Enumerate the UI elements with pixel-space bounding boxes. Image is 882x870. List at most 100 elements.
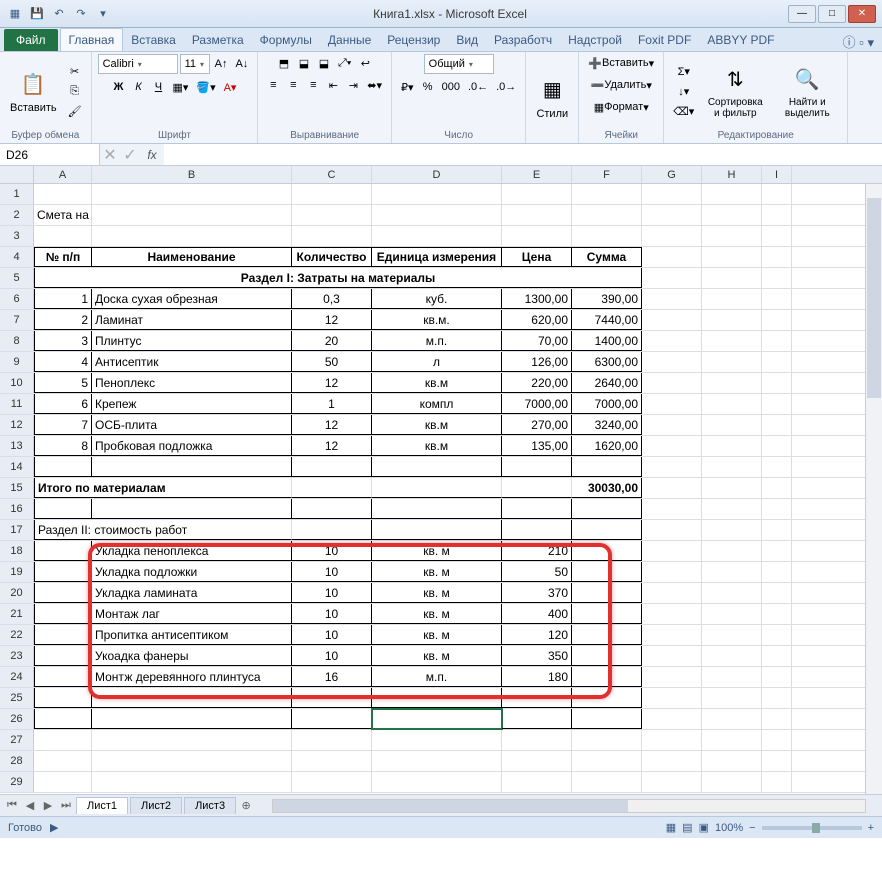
cell[interactable]: 135,00 [502, 436, 572, 456]
merge-icon[interactable]: ⬌▾ [364, 76, 385, 94]
col-header[interactable]: B [92, 166, 292, 183]
cell[interactable] [702, 352, 762, 372]
cell[interactable]: 210 [502, 541, 572, 561]
col-header[interactable]: D [372, 166, 502, 183]
cell[interactable]: 6 [34, 394, 92, 414]
cell[interactable] [762, 667, 792, 687]
save-icon[interactable]: 💾 [28, 5, 46, 23]
row-header[interactable]: 13 [0, 436, 34, 456]
cell[interactable] [762, 478, 792, 498]
tab-review[interactable]: Рецензир [379, 29, 448, 51]
cell[interactable]: 12 [292, 310, 372, 330]
cell[interactable]: л [372, 352, 502, 372]
cell[interactable]: 5 [34, 373, 92, 393]
maximize-button[interactable]: □ [818, 5, 846, 23]
cell[interactable] [572, 688, 642, 708]
cell[interactable]: 2640,00 [572, 373, 642, 393]
cell[interactable] [372, 205, 502, 225]
cell[interactable] [92, 226, 292, 246]
cell[interactable]: Раздел I: Затраты на материалы [34, 268, 642, 288]
cell[interactable] [702, 205, 762, 225]
cell[interactable] [762, 415, 792, 435]
cell[interactable]: 350 [502, 646, 572, 666]
indent-inc-icon[interactable]: ⇥ [344, 76, 362, 94]
cell[interactable]: Смета на работы [34, 205, 92, 225]
cell[interactable] [92, 688, 292, 708]
copy-icon[interactable]: ⎘ [65, 82, 85, 100]
paste-button[interactable]: 📋 Вставить [6, 66, 61, 116]
row-header[interactable]: 7 [0, 310, 34, 330]
row-header[interactable]: 27 [0, 730, 34, 750]
cell[interactable] [642, 415, 702, 435]
cell[interactable] [92, 457, 292, 477]
cell[interactable] [702, 583, 762, 603]
cell[interactable] [502, 772, 572, 792]
cell[interactable] [642, 583, 702, 603]
cell[interactable] [292, 499, 372, 519]
cell[interactable] [642, 331, 702, 351]
cell[interactable] [502, 520, 572, 540]
cell[interactable]: 3240,00 [572, 415, 642, 435]
currency-icon[interactable]: ₽▾ [398, 78, 417, 96]
row-header[interactable]: 18 [0, 541, 34, 561]
cell[interactable] [642, 520, 702, 540]
tab-insert[interactable]: Вставка [123, 29, 184, 51]
tab-formulas[interactable]: Формулы [252, 29, 320, 51]
cell[interactable]: Укоадка фанеры [92, 646, 292, 666]
tab-data[interactable]: Данные [320, 29, 379, 51]
zoom-in-icon[interactable]: + [868, 822, 874, 834]
cell[interactable] [762, 184, 792, 204]
cell[interactable] [372, 184, 502, 204]
cell[interactable] [702, 667, 762, 687]
cell[interactable]: 7440,00 [572, 310, 642, 330]
cell[interactable] [572, 625, 642, 645]
select-all-corner[interactable] [0, 166, 34, 183]
cell[interactable]: Сумма [572, 247, 642, 267]
cell[interactable]: 1300,00 [502, 289, 572, 309]
cell[interactable] [642, 772, 702, 792]
cell[interactable] [502, 499, 572, 519]
cell[interactable]: Цена [502, 247, 572, 267]
orientation-icon[interactable]: ⤢▾ [335, 54, 354, 72]
cell[interactable]: № п/п [34, 247, 92, 267]
cell[interactable] [642, 478, 702, 498]
cell[interactable]: 126,00 [502, 352, 572, 372]
cell[interactable]: кв. м [372, 562, 502, 582]
col-header[interactable]: F [572, 166, 642, 183]
cell[interactable]: 270,00 [502, 415, 572, 435]
cell[interactable] [762, 310, 792, 330]
cell[interactable] [372, 499, 502, 519]
row-header[interactable]: 23 [0, 646, 34, 666]
cell[interactable]: Доска сухая обрезная [92, 289, 292, 309]
cell[interactable] [642, 268, 702, 288]
cell[interactable]: Пробковая подложка [92, 436, 292, 456]
format-cells-button[interactable]: ▦ Формат ▾ [591, 98, 652, 116]
cell[interactable] [762, 625, 792, 645]
cell[interactable] [702, 394, 762, 414]
row-header[interactable]: 24 [0, 667, 34, 687]
clear-icon[interactable]: ⌫▾ [670, 102, 697, 120]
cell[interactable] [762, 583, 792, 603]
cell[interactable] [702, 436, 762, 456]
cell[interactable]: 10 [292, 604, 372, 624]
row-header[interactable]: 10 [0, 373, 34, 393]
cell[interactable]: 50 [502, 562, 572, 582]
sort-filter-button[interactable]: ⇅ Сортировка и фильтр [701, 61, 769, 121]
worksheet-grid[interactable]: A B C D E F G H I 12Смета на работы34№ п… [0, 166, 882, 794]
bold-button[interactable]: Ж [109, 78, 127, 96]
cell[interactable] [762, 205, 792, 225]
qat-more-icon[interactable]: ▾ [94, 5, 112, 23]
cell[interactable] [762, 457, 792, 477]
cell[interactable] [762, 394, 792, 414]
selected-cell[interactable] [372, 709, 502, 729]
cell[interactable] [502, 184, 572, 204]
cell[interactable] [642, 457, 702, 477]
cell[interactable]: 7000,00 [572, 394, 642, 414]
cell[interactable] [642, 226, 702, 246]
cell[interactable]: 10 [292, 541, 372, 561]
zoom-level[interactable]: 100% [715, 822, 743, 834]
row-header[interactable]: 20 [0, 583, 34, 603]
cell[interactable]: 12 [292, 415, 372, 435]
cell[interactable] [642, 730, 702, 750]
tab-abbyy[interactable]: ABBYY PDF [699, 29, 782, 51]
